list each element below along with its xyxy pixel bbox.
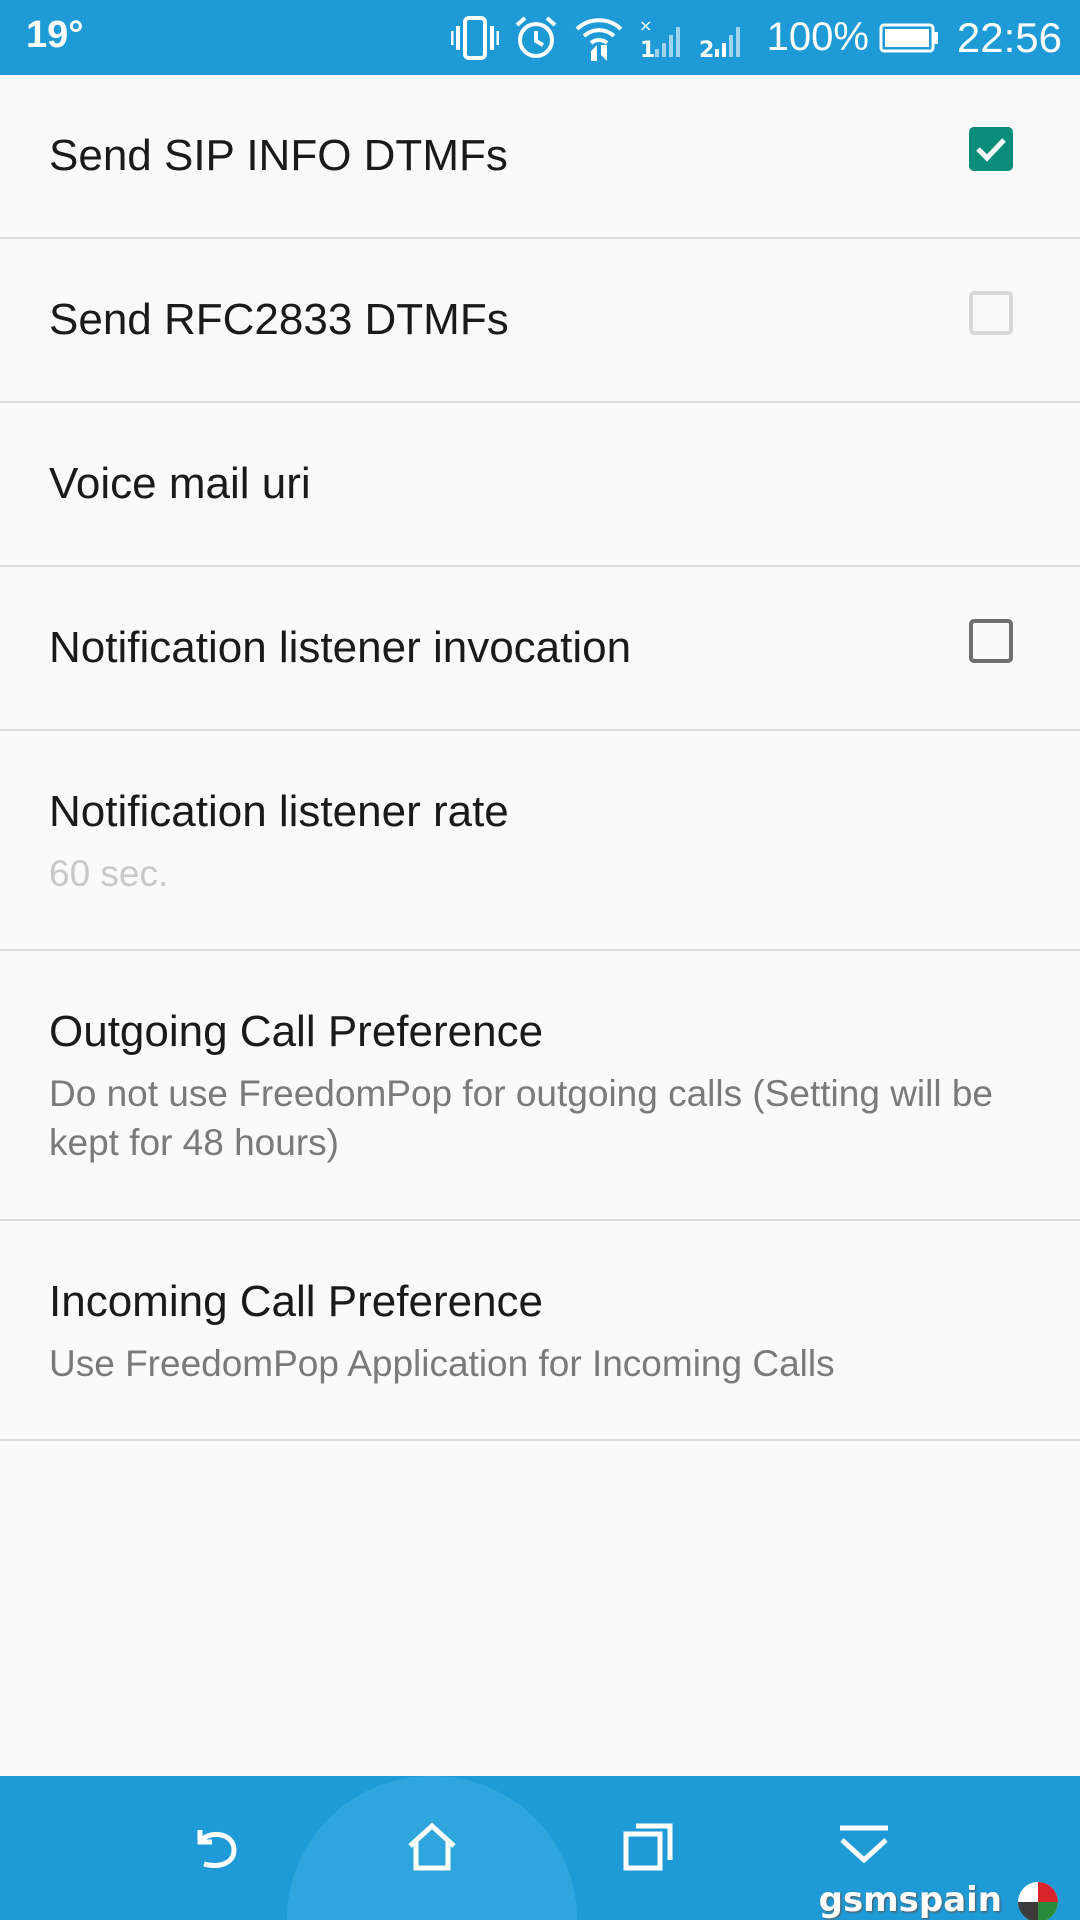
pref-incoming-call-preference[interactable]: Incoming Call Preference Use FreedomPop … <box>0 1221 1080 1441</box>
alarm-icon <box>515 15 556 58</box>
status-bar: 19° × 1 2 100% 22:56 <box>0 0 1080 75</box>
signal-sim1-icon: × 1 <box>639 16 680 61</box>
rfc2833-checkbox[interactable] <box>969 291 1013 335</box>
sip-info-checkbox[interactable] <box>969 127 1013 171</box>
hide-nav-icon[interactable] <box>834 1816 894 1876</box>
battery-percent: 100% <box>766 15 869 59</box>
watermark-logo-icon <box>1018 1882 1058 1920</box>
pref-summary: 60 sec. <box>49 853 169 894</box>
notification-invocation-checkbox[interactable] <box>969 619 1013 663</box>
signal-sim2-icon: 2 <box>699 26 740 61</box>
vibrate-icon <box>450 15 499 60</box>
pref-notification-listener-invocation[interactable]: Notification listener invocation <box>0 567 1080 731</box>
pref-send-sip-info-dtmf[interactable]: Send SIP INFO DTMFs <box>0 75 1080 239</box>
temperature: 19° <box>26 14 84 56</box>
pref-title: Notification listener invocation <box>49 623 632 672</box>
svg-text:2: 2 <box>699 38 714 61</box>
pref-title: Send SIP INFO DTMFs <box>49 131 508 180</box>
battery-icon <box>879 23 938 52</box>
back-icon[interactable] <box>186 1816 246 1876</box>
pref-title: Notification listener rate <box>49 787 509 836</box>
svg-text:×: × <box>639 16 652 35</box>
pref-title: Send RFC2833 DTMFs <box>49 295 509 344</box>
status-icons: × 1 2 100% 22:56 <box>450 0 1062 75</box>
pref-notification-listener-rate[interactable]: Notification listener rate 60 sec. <box>0 731 1080 951</box>
watermark: gsmspain <box>819 1876 1068 1920</box>
recents-icon[interactable] <box>618 1816 678 1876</box>
pref-summary: Use FreedomPop Application for Incoming … <box>49 1343 835 1384</box>
pref-send-rfc2833-dtmf[interactable]: Send RFC2833 DTMFs <box>0 239 1080 403</box>
clock: 22:56 <box>956 13 1062 61</box>
pref-voicemail-uri[interactable]: Voice mail uri <box>0 403 1080 567</box>
svg-text:1: 1 <box>640 38 655 61</box>
home-icon[interactable] <box>402 1816 462 1876</box>
checkmark-icon <box>976 138 1006 162</box>
pref-outgoing-call-preference[interactable]: Outgoing Call Preference Do not use Free… <box>0 951 1080 1221</box>
pref-title: Incoming Call Preference <box>49 1277 544 1326</box>
pref-title: Outgoing Call Preference <box>49 1007 544 1056</box>
wifi-icon <box>575 17 622 61</box>
settings-list: Send SIP INFO DTMFs Send RFC2833 DTMFs V… <box>0 75 1080 1441</box>
screen: 19° × 1 2 100% 22:56 Send SIP INFO DTMFs… <box>0 0 1080 1920</box>
watermark-text: gsmspain <box>818 1880 1002 1920</box>
pref-summary: Do not use FreedomPop for outgoing calls… <box>49 1073 994 1163</box>
pref-title: Voice mail uri <box>49 459 311 508</box>
